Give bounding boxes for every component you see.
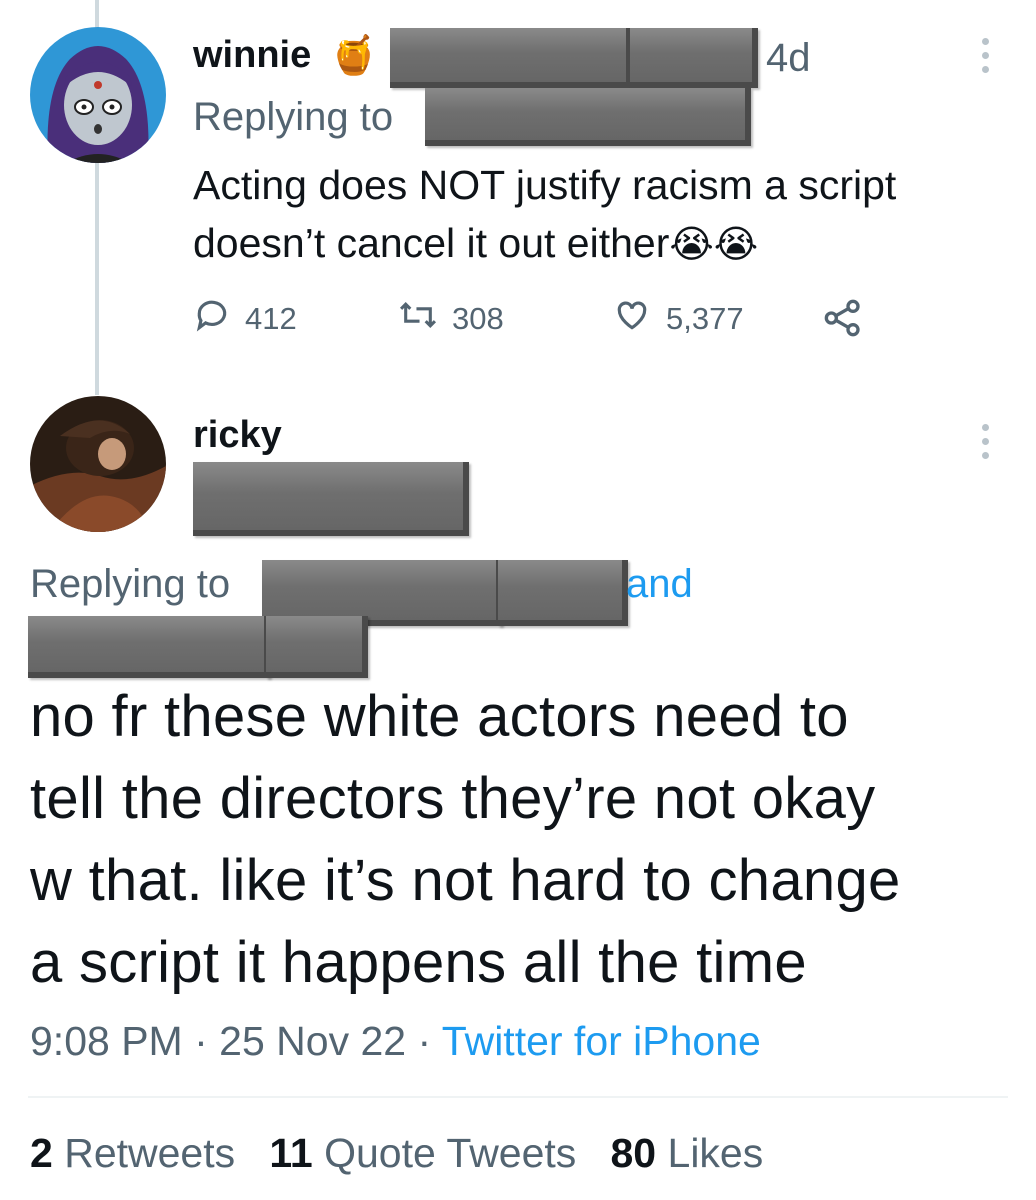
likes-label: Likes	[667, 1130, 764, 1176]
quote-tweets-stat[interactable]: 11 Quote Tweets	[269, 1130, 576, 1176]
redacted-reply-target	[425, 88, 751, 146]
tweet1-text-line1: Acting does NOT justify racism a script	[193, 162, 897, 208]
likes-stat[interactable]: 80 Likes	[611, 1130, 764, 1176]
tweet2-date[interactable]: 25 Nov 22	[219, 1018, 406, 1064]
more-options-icon-2[interactable]	[980, 424, 990, 459]
tweet2-meta: 9:08 PM · 25 Nov 22 · Twitter for iPhone	[30, 1018, 761, 1065]
retweets-stat[interactable]: 2 Retweets	[30, 1130, 235, 1176]
tweet2-replying-label: Replying to	[30, 562, 231, 606]
tweet2-time[interactable]: 9:08 PM	[30, 1018, 183, 1064]
tweet2-text-line: tell the directors they’re not okay	[30, 766, 876, 831]
tweet1-text-line2: doesn’t cancel it out either	[193, 220, 670, 266]
heart-icon	[612, 296, 652, 342]
tweet1-username[interactable]: winnie	[193, 34, 311, 77]
and-link[interactable]: and	[626, 562, 693, 607]
quote-tweets-label: Quote Tweets	[324, 1130, 577, 1176]
tweet1-text: Acting does NOT justify racism a script …	[193, 156, 993, 274]
redacted-reply-target-2	[498, 560, 628, 626]
tweet2-source-link[interactable]: Twitter for iPhone	[442, 1018, 761, 1064]
retweet-button[interactable]: 308	[398, 296, 504, 342]
retweets-label: Retweets	[64, 1130, 236, 1176]
tweet2-text-line: w that. like it’s not hard to change	[30, 848, 901, 913]
reply-button[interactable]: 412	[193, 296, 297, 342]
reply-icon	[193, 296, 231, 342]
quote-tweets-count: 11	[269, 1130, 313, 1176]
likes-count: 80	[610, 1130, 657, 1176]
tweet2-stats: 2 Retweets 11 Quote Tweets 80 Likes	[30, 1130, 763, 1177]
avatar-ricky[interactable]	[30, 396, 166, 532]
redacted-handle-2	[630, 28, 758, 88]
retweets-count: 2	[30, 1130, 53, 1176]
retweet-icon	[398, 296, 438, 342]
like-count: 5,377	[666, 301, 744, 336]
like-button[interactable]: 5,377	[612, 296, 744, 342]
avatar-winnie[interactable]	[30, 27, 166, 163]
crying-emoji: 😭😭	[669, 224, 759, 266]
tweet2-username[interactable]: ricky	[193, 414, 282, 457]
redacted-reply-target-4	[266, 616, 368, 678]
tweet2-text-line: no fr these white actors need to	[30, 684, 849, 749]
reply-count: 412	[245, 301, 297, 336]
tweet1-text-line2-wrap: doesn’t cancel it out either😭😭	[193, 214, 993, 274]
tweet2-text: no fr these white actors need to tell th…	[30, 676, 1020, 1004]
share-icon[interactable]	[822, 298, 864, 343]
more-options-icon[interactable]	[980, 38, 990, 73]
tweet1-time[interactable]: 4d	[766, 36, 811, 81]
meta-separator: ·	[194, 1018, 208, 1064]
meta-separator: ·	[417, 1018, 432, 1064]
redacted-handle-ricky	[193, 462, 469, 536]
divider	[28, 1096, 1008, 1098]
tweet2-text-line: a script it happens all the time	[30, 930, 807, 995]
tweet1-replying-label: Replying to	[193, 95, 394, 139]
honey-pot-emoji: 🍯	[330, 35, 378, 77]
redacted-handle	[390, 28, 632, 88]
retweet-count: 308	[452, 301, 504, 336]
redacted-reply-target-3	[28, 616, 270, 678]
